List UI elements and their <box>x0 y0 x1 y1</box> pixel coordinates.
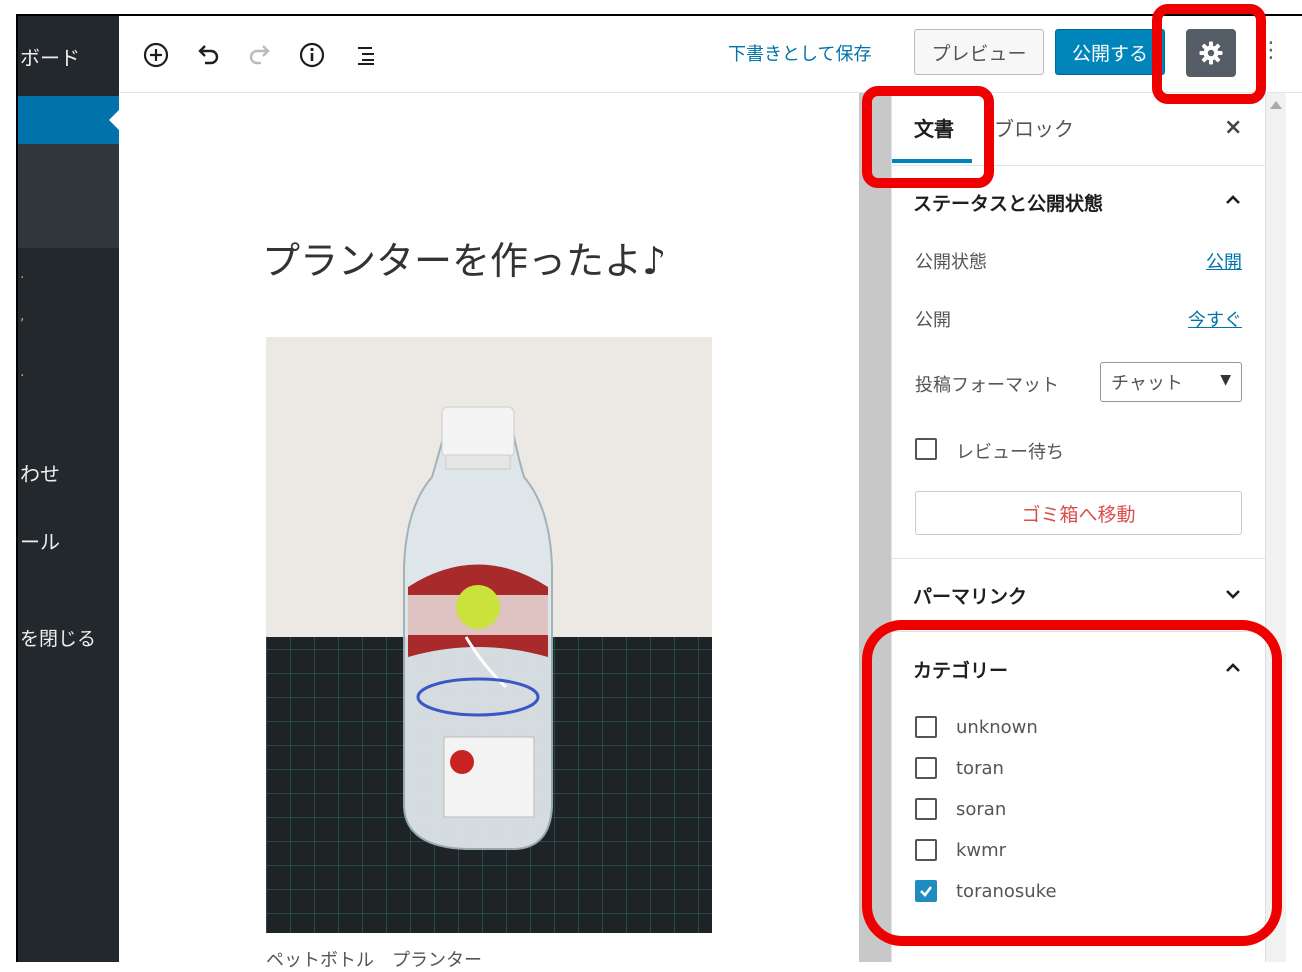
sidebar-item-dashboard[interactable]: ボード <box>20 42 80 71</box>
move-to-trash-button[interactable]: ゴミ箱へ移動 <box>915 491 1242 535</box>
save-draft-button[interactable]: 下書きとして保存 <box>728 40 871 66</box>
editor-header: 下書きとして保存 プレビュー 公開する ⋮ <box>119 16 1302 93</box>
category-label-unknown[interactable]: unknown <box>956 717 1038 738</box>
add-block-icon[interactable] <box>139 38 173 72</box>
tab-block[interactable]: ブロック <box>994 113 1074 142</box>
tabs-divider <box>892 165 1266 166</box>
post-title[interactable]: プランターを作ったよ♪ <box>262 230 666 285</box>
sidebar-item-marker[interactable]: . <box>20 364 24 380</box>
status-section-title[interactable]: ステータスと公開状態 <box>913 189 1103 216</box>
undo-icon[interactable] <box>191 38 225 72</box>
settings-button[interactable] <box>1186 29 1236 77</box>
pending-review-label[interactable]: レビュー待ち <box>956 438 1064 464</box>
sidebar-active-arrow <box>109 110 119 130</box>
sidebar-collapse-menu[interactable]: を閉じる <box>20 624 96 651</box>
active-tab-indicator <box>892 159 972 163</box>
publish-label: 公開 <box>915 310 951 331</box>
chevron-up-icon[interactable] <box>1224 659 1242 682</box>
gear-icon <box>1199 41 1223 65</box>
category-section-title[interactable]: カテゴリー <box>913 656 1008 683</box>
category-checkbox-soran[interactable] <box>915 798 937 820</box>
post-format-selected: チャット <box>1111 373 1183 394</box>
category-label-toran[interactable]: toran <box>956 758 1004 779</box>
sidebar-item-tools[interactable]: ール <box>20 526 60 555</box>
settings-sidebar: 文書 ブロック × ステータスと公開状態 公開状態 公開 公開 今すぐ 投稿フォ… <box>891 93 1266 962</box>
visibility-link[interactable]: 公開 <box>1206 248 1242 274</box>
panel-gutter <box>859 93 891 962</box>
info-icon[interactable] <box>295 38 329 72</box>
category-label-soran[interactable]: soran <box>956 799 1006 820</box>
admin-sidebar: ボード . , . わせ ール を閉じる <box>18 16 119 962</box>
sidebar-item-contact[interactable]: わせ <box>20 458 60 487</box>
section-divider <box>892 631 1266 632</box>
section-divider <box>892 558 1266 559</box>
publish-date-link[interactable]: 今すぐ <box>1188 306 1242 332</box>
chevron-up-icon[interactable] <box>1224 191 1242 214</box>
category-checkbox-unknown[interactable] <box>915 716 937 738</box>
outline-icon[interactable] <box>349 38 383 72</box>
post-format-label: 投稿フォーマット <box>915 375 1059 396</box>
category-label-toranosuke[interactable]: toranosuke <box>956 881 1057 902</box>
panel-scrollbar[interactable] <box>1265 93 1286 962</box>
scroll-up-arrow-icon[interactable] <box>1270 101 1282 109</box>
sidebar-item-marker[interactable]: , <box>20 308 24 324</box>
category-checkbox-toran[interactable] <box>915 757 937 779</box>
tab-document[interactable]: 文書 <box>914 113 954 142</box>
preview-button[interactable]: プレビュー <box>914 29 1044 75</box>
category-label-kwmr[interactable]: kwmr <box>956 840 1006 861</box>
permalink-section-title[interactable]: パーマリンク <box>913 582 1027 609</box>
dropdown-arrow-icon: ▼ <box>1220 372 1231 388</box>
checkmark-icon <box>920 886 933 897</box>
sidebar-item-marker[interactable]: . <box>20 266 24 282</box>
visibility-label: 公開状態 <box>915 252 987 273</box>
sidebar-submenu <box>18 144 119 248</box>
publish-button[interactable]: 公開する <box>1055 29 1165 75</box>
image-caption[interactable]: ペットボトル プランター <box>266 946 482 972</box>
pending-review-checkbox[interactable] <box>915 438 937 460</box>
post-format-select[interactable]: チャット ▼ <box>1100 362 1242 402</box>
sidebar-item-posts-active[interactable] <box>18 96 119 144</box>
category-checkbox-toranosuke[interactable] <box>915 880 937 902</box>
redo-icon[interactable] <box>243 38 277 72</box>
chevron-down-icon[interactable] <box>1224 585 1242 608</box>
more-menu-icon[interactable]: ⋮ <box>1260 38 1282 63</box>
post-image[interactable] <box>266 337 712 933</box>
category-checkbox-kwmr[interactable] <box>915 839 937 861</box>
close-panel-button[interactable]: × <box>1224 115 1242 140</box>
